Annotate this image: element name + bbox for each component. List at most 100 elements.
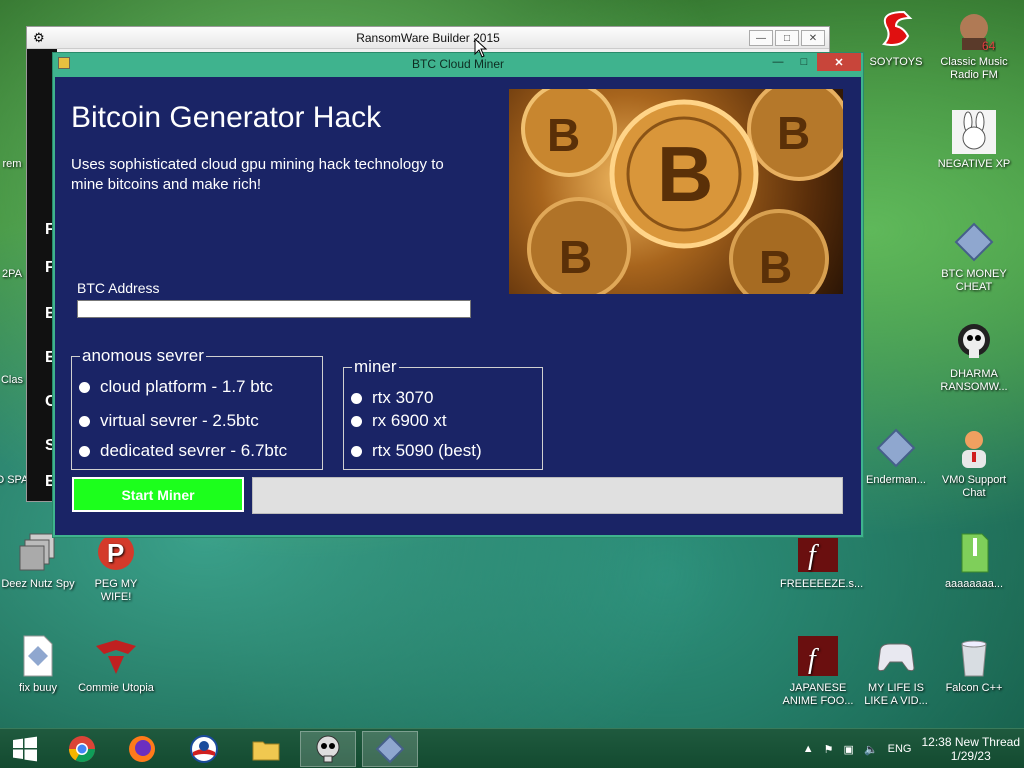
folder-icon (252, 741, 280, 761)
svg-text:B: B (759, 241, 792, 293)
btc-address-input[interactable] (77, 300, 471, 318)
maximize-button[interactable]: □ (775, 30, 799, 46)
flash-icon: f (796, 634, 840, 678)
desktop-icon-japanese[interactable]: f JAPANESE ANIME FOO... (780, 634, 856, 708)
radio-virtual-server[interactable]: virtual sevrer - 2.5btc (79, 411, 259, 431)
icon-label: Enderman... (866, 474, 926, 486)
server-group-legend: anomous sevrer (80, 346, 206, 366)
desktop-icon-btc-money[interactable]: BTC MONEY CHEAT (936, 220, 1012, 294)
svg-text:64: 64 (982, 39, 996, 52)
desktop-icon-peg[interactable]: P PEG MY WIFE! (78, 530, 154, 604)
radio-button[interactable] (79, 415, 90, 427)
skull-icon (952, 320, 996, 364)
radio-label: cloud platform - 1.7 btc (100, 377, 273, 396)
window-title: RansomWare Builder 2015 (356, 31, 500, 45)
radio-dedicated-server[interactable]: dedicated sevrer - 6.7btc (79, 441, 287, 461)
desktop-icon-negative-xp[interactable]: NEGATIVE XP (936, 110, 1012, 171)
desktop-icon-freeeeeze[interactable]: f FREEEEEZE.s... (780, 530, 863, 591)
radio-button[interactable] (351, 392, 362, 404)
zip-folder-icon (952, 530, 996, 574)
icon-label: 2PA (2, 268, 22, 280)
close-button[interactable]: ✕ (801, 30, 825, 46)
desktop-icon-enderman[interactable]: Enderman... (858, 426, 934, 487)
desktop-icon-commie[interactable]: Commie Utopia (78, 634, 154, 695)
icon-label: Clas (0, 374, 23, 386)
obama-logo-icon (190, 735, 218, 763)
miner-group: miner rtx 3070 rx 6900 xt rtx 5090 (best… (343, 357, 543, 470)
clock-date: 1/29/23 (950, 749, 991, 763)
radio-cloud-platform[interactable]: cloud platform - 1.7 btc (79, 377, 273, 397)
language-indicator[interactable]: ENG (888, 743, 912, 755)
volume-icon[interactable]: 🔈 (864, 743, 878, 756)
taskbar: ▲ ⚑ ▣ 🔈 ENG 12:38 New Thread 1/29/23 (0, 728, 1024, 768)
recycle-bin-icon (952, 634, 996, 678)
svg-text:B: B (657, 130, 713, 218)
desktop-icon-dharma[interactable]: DHARMA RANSOMW... (936, 320, 1012, 394)
icon-label: Commie Utopia (78, 682, 154, 694)
icon-label: Deez Nutz Spy (1, 578, 75, 590)
radio-button[interactable] (79, 381, 90, 393)
taskbar-file-explorer[interactable] (238, 731, 294, 767)
radio-button[interactable] (351, 445, 362, 457)
maximize-button[interactable]: □ (791, 53, 817, 71)
btc-cloud-miner-window[interactable]: BTC Cloud Miner — □ ✕ Bitcoin Generator … (52, 52, 864, 538)
bunny-icon (952, 110, 996, 154)
radio-label: rtx 5090 (best) (372, 441, 482, 460)
radio-rx-6900-xt[interactable]: rx 6900 xt (351, 411, 447, 431)
taskbar-chrome[interactable] (54, 731, 110, 767)
icon-label: Falcon C++ (945, 682, 1003, 694)
diamond-file-icon (375, 734, 405, 764)
btc-address-label: BTC Address (77, 280, 160, 296)
chrome-icon (68, 736, 96, 763)
icon-label: Classic Music Radio FM (940, 56, 1008, 81)
eagle-icon (94, 634, 138, 678)
desktop-icon-fix-buuy[interactable]: fix buuy (0, 634, 76, 695)
start-miner-button[interactable]: Start Miner (72, 477, 244, 512)
description: Uses sophisticated cloud gpu mining hack… (71, 156, 444, 193)
radio-label: virtual sevrer - 2.5btc (100, 411, 259, 430)
show-hidden-icons-icon[interactable]: ▲ (803, 743, 814, 755)
desktop-icon-deez-nutz[interactable]: Deez Nutz Spy (0, 530, 76, 591)
firefox-icon (129, 736, 155, 762)
taskbar-firefox[interactable] (114, 731, 170, 767)
icon-label: PEG MY WIFE! (94, 578, 138, 603)
system-tray: ▲ ⚑ ▣ 🔈 ENG 12:38 New Thread 1/29/23 (803, 729, 1020, 768)
title-bar[interactable]: ⚙ RansomWare Builder 2015 — □ ✕ (27, 27, 829, 49)
radio-rtx-3070[interactable]: rtx 3070 (351, 388, 433, 408)
clock[interactable]: 12:38 New Thread 1/29/23 (921, 735, 1020, 763)
svg-text:B: B (547, 109, 580, 161)
taskbar-btc-cloud-miner[interactable] (362, 731, 418, 767)
icon-label: rem (2, 158, 22, 170)
radio-icon: 64 (952, 8, 996, 52)
desktop-icon-vm0-support[interactable]: VM0 Support Chat (936, 426, 1012, 500)
icon-label: fix buuy (19, 682, 57, 694)
minimize-button[interactable]: — (749, 30, 773, 46)
desktop-icon-my-life[interactable]: MY LIFE IS LIKE A VID... (858, 634, 934, 708)
radio-rtx-5090[interactable]: rtx 5090 (best) (351, 441, 482, 461)
flag-icon[interactable]: ⚑ (824, 743, 834, 756)
desktop-icon-classic-music[interactable]: 64 Classic Music Radio FM (936, 8, 1012, 82)
start-button[interactable] (0, 731, 50, 767)
radio-button[interactable] (79, 445, 90, 457)
taskbar-ransomware-builder[interactable] (300, 731, 356, 767)
desktop-icon-falcon[interactable]: Falcon C++ (936, 634, 1012, 695)
icon-label: SOYTOYS (869, 56, 923, 68)
minimize-button[interactable]: — (765, 53, 791, 71)
support-person-icon (952, 426, 996, 470)
radio-label: rx 6900 xt (372, 411, 447, 430)
radio-label: rtx 3070 (372, 388, 434, 407)
window-client-area: Bitcoin Generator Hack Uses sophisticate… (55, 77, 861, 535)
desktop-icon-soytoys[interactable]: SOYTOYS (858, 8, 934, 69)
radio-button[interactable] (351, 415, 362, 427)
network-icon[interactable]: ▣ (844, 743, 854, 756)
title-bar[interactable]: BTC Cloud Miner — □ ✕ (53, 53, 863, 75)
svg-text:P: P (107, 538, 124, 568)
diamond-file-icon (874, 426, 918, 470)
diamond-file-icon (952, 220, 996, 264)
mouse-cursor-icon (474, 38, 488, 58)
icon-label: DHARMA RANSOMW... (940, 368, 1008, 393)
close-button[interactable]: ✕ (817, 53, 861, 71)
taskbar-obama-app[interactable] (176, 731, 232, 767)
desktop-icon-aaaa[interactable]: aaaaaaaa... (936, 530, 1012, 591)
gamepad-icon (874, 634, 918, 678)
